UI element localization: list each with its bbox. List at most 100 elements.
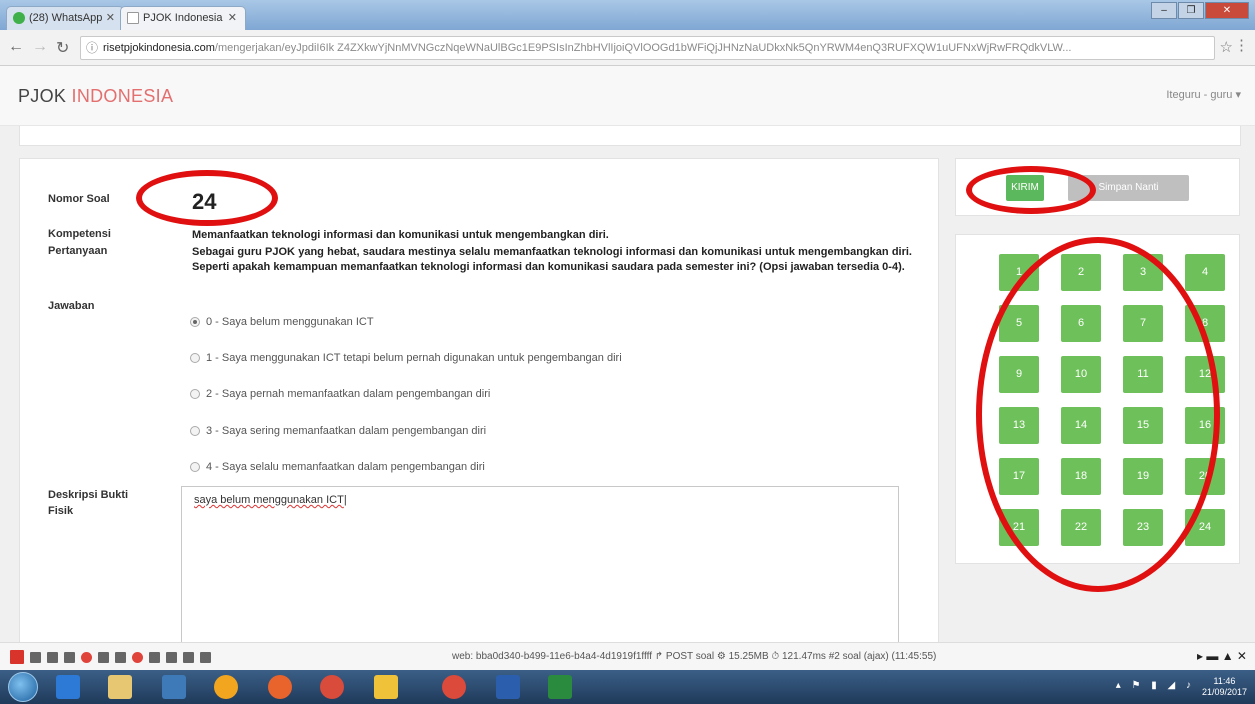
maximize-icon[interactable]: ❐ — [1178, 2, 1204, 19]
app-icon[interactable] — [214, 675, 238, 699]
notes-icon[interactable] — [374, 675, 398, 699]
url-input[interactable]: ⓘ risetpjokindonesia.com/mengerjakan/eyJ… — [80, 36, 1215, 60]
timeline-icon[interactable] — [47, 651, 58, 663]
answer-option-4[interactable]: 4 - Saya selalu memanfaatkan dalam penge… — [190, 461, 485, 473]
debug-controls[interactable]: ▸ ▬ ▲ ✕ — [1197, 649, 1247, 663]
clock[interactable]: 11:46 21/09/2017 — [1202, 676, 1247, 698]
minimize-icon[interactable]: – — [1151, 2, 1177, 19]
deskripsi-label-line2: Fisik — [48, 505, 74, 517]
windows-taskbar: ▴ ⚑ ▮ ◢ ♪ 11:46 21/09/2017 — [0, 670, 1255, 704]
user-menu[interactable]: Iteguru - guru ▾ — [1166, 88, 1241, 101]
question-nav-button[interactable]: 21 — [999, 509, 1039, 546]
simpan-nanti-button[interactable]: Simpan Nanti — [1068, 175, 1189, 201]
question-nav-button[interactable]: 1 — [999, 254, 1039, 291]
tab-title: PJOK Indonesia — [143, 12, 223, 24]
question-nav-button[interactable]: 8 — [1185, 305, 1225, 342]
folder-icon[interactable] — [108, 675, 132, 699]
answer-option-0[interactable]: 0 - Saya belum menggunakan ICT — [190, 316, 374, 328]
media-player-icon[interactable] — [162, 675, 186, 699]
auth-icon[interactable] — [166, 651, 177, 663]
reload-icon[interactable]: ↻ — [56, 38, 69, 58]
forward-icon[interactable]: → — [32, 38, 48, 56]
views-icon[interactable] — [98, 651, 109, 663]
question-nav-button[interactable]: 7 — [1123, 305, 1163, 342]
question-nav-button[interactable]: 18 — [1061, 458, 1101, 495]
radio-button[interactable] — [190, 389, 200, 399]
question-nav-button[interactable]: 6 — [1061, 305, 1101, 342]
option-label: 3 - Saya sering memanfaatkan dalam penge… — [206, 425, 487, 437]
firefox-icon[interactable] — [268, 675, 292, 699]
answer-option-1[interactable]: 1 - Saya menggunakan ICT tetapi belum pe… — [190, 352, 622, 364]
answer-option-2[interactable]: 2 - Saya pernah memanfaatkan dalam penge… — [190, 388, 490, 400]
ie-icon[interactable] — [56, 675, 80, 699]
question-nav-button[interactable]: 16 — [1185, 407, 1225, 444]
word-icon[interactable] — [496, 675, 520, 699]
system-tray-icons[interactable]: ▴ ⚑ ▮ ◢ ♪ — [1116, 680, 1195, 691]
question-nav-button[interactable]: 5 — [999, 305, 1039, 342]
radio-button[interactable] — [190, 426, 200, 436]
question-nav-button[interactable]: 3 — [1123, 254, 1163, 291]
answer-option-3[interactable]: 3 - Saya sering memanfaatkan dalam penge… — [190, 425, 486, 437]
whatsapp-icon — [13, 12, 25, 24]
debug-info: web: bba0d340-b499-11e6-b4a4-4d1919f1fff… — [452, 651, 937, 662]
route-icon[interactable] — [115, 651, 126, 663]
debug-bar: web: bba0d340-b499-11e6-b4a4-4d1919f1fff… — [0, 642, 1255, 670]
option-label: 1 - Saya menggunakan ICT tetapi belum pe… — [206, 352, 622, 364]
tab-whatsapp[interactable]: (28) WhatsApp ✕ — [6, 6, 124, 30]
question-nav-button[interactable]: 19 — [1123, 458, 1163, 495]
top-panel-strip — [19, 126, 1241, 146]
close-icon[interactable]: ✕ — [106, 7, 115, 29]
info-icon: ⓘ — [86, 41, 99, 55]
queries-badge-icon — [132, 651, 143, 663]
exceptions-icon[interactable] — [64, 651, 75, 663]
question-nav-button[interactable]: 11 — [1123, 356, 1163, 393]
question-nav-button[interactable]: 22 — [1061, 509, 1101, 546]
question-nav-button[interactable]: 20 — [1185, 458, 1225, 495]
start-button[interactable] — [8, 672, 38, 702]
pertanyaan-value: Sebagai guru PJOK yang hebat, saudara me… — [192, 246, 912, 273]
browser-tab-bar: (28) WhatsApp ✕ PJOK Indonesia ✕ – ❐ ✕ — [0, 0, 1255, 30]
jawaban-label: Jawaban — [48, 300, 95, 312]
nomor-value: 24 — [192, 189, 217, 214]
request-icon[interactable] — [200, 651, 211, 663]
radio-button[interactable] — [190, 353, 200, 363]
question-nav-button[interactable]: 17 — [999, 458, 1039, 495]
brand-logo[interactable]: PJOK INDONESIA — [18, 86, 173, 107]
nomor-label: Nomor Soal — [48, 193, 110, 205]
deskripsi-textarea[interactable]: saya belum menggunakan ICT| — [181, 486, 899, 659]
mails-icon[interactable] — [149, 651, 160, 663]
question-nav-button[interactable]: 24 — [1185, 509, 1225, 546]
bookmark-star-icon[interactable]: ☆ — [1220, 38, 1233, 56]
session-icon[interactable] — [183, 651, 194, 663]
question-nav-button[interactable]: 23 — [1123, 509, 1163, 546]
radio-button[interactable] — [190, 462, 200, 472]
question-nav-button[interactable]: 10 — [1061, 356, 1101, 393]
error-badge-icon — [81, 651, 92, 663]
close-icon[interactable]: ✕ — [228, 7, 237, 29]
question-nav-button[interactable]: 14 — [1061, 407, 1101, 444]
question-nav-button[interactable]: 15 — [1123, 407, 1163, 444]
option-label: 4 - Saya selalu memanfaatkan dalam penge… — [206, 461, 485, 473]
excel-icon[interactable] — [548, 675, 572, 699]
caret-down-icon: ▾ — [1235, 89, 1241, 101]
question-nav-button[interactable]: 13 — [999, 407, 1039, 444]
clock-time: 11:46 — [1213, 676, 1236, 686]
chrome-active-icon[interactable] — [442, 675, 466, 699]
laravel-logo-icon[interactable] — [10, 650, 24, 664]
pertanyaan-label: Pertanyaan — [48, 245, 108, 257]
browser-menu-icon[interactable]: ⋮ — [1234, 36, 1249, 54]
messages-icon[interactable] — [30, 651, 41, 663]
deskripsi-text: saya belum menggunakan ICT — [194, 494, 344, 506]
question-nav-button[interactable]: 9 — [999, 356, 1039, 393]
debug-icons — [10, 650, 211, 664]
question-nav-button[interactable]: 4 — [1185, 254, 1225, 291]
tab-pjok[interactable]: PJOK Indonesia ✕ — [120, 6, 246, 30]
question-nav-button[interactable]: 12 — [1185, 356, 1225, 393]
kirim-button[interactable]: KIRIM — [1006, 175, 1044, 201]
close-window-icon[interactable]: ✕ — [1205, 2, 1249, 19]
question-nav-button[interactable]: 2 — [1061, 254, 1101, 291]
chrome-icon[interactable] — [320, 675, 344, 699]
tab-title: (28) WhatsApp — [29, 12, 103, 24]
back-icon[interactable]: ← — [8, 38, 24, 56]
radio-button[interactable] — [190, 317, 200, 327]
